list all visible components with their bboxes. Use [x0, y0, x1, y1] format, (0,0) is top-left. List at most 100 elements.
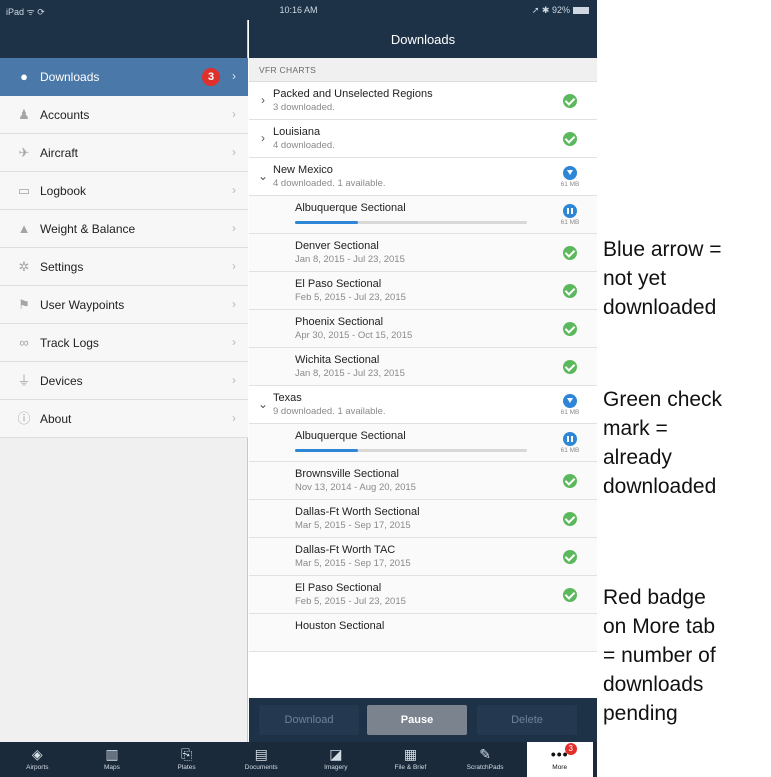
section-label: VFR CHARTS — [259, 65, 317, 75]
region-row[interactable]: ⌄ Texas 9 downloaded. 1 available. 61 MB — [249, 386, 597, 424]
tab-label: File & Brief — [394, 764, 427, 771]
chevron-down-icon[interactable]: ⌄ — [258, 169, 268, 183]
region-row[interactable]: ⌄ New Mexico 4 downloaded. 1 available. 61 … — [249, 158, 597, 196]
download-progress-bar — [295, 221, 527, 224]
sidebar-item-aircraft[interactable]: ✈ Aircraft › — [0, 134, 248, 172]
sidebar-item-label: Accounts — [40, 108, 90, 122]
sidebar-item-label: About — [40, 412, 72, 426]
annotation-line: Blue arrow = — [603, 238, 722, 261]
status-bar: iPad ᯤ ⟳ 10:16 AM ➚ ✱ 92% — [0, 0, 597, 20]
sidebar-item-logbook[interactable]: ▭ Logbook › — [0, 172, 248, 210]
sidebar-item-devices[interactable]: ⏚ Devices › — [0, 362, 248, 400]
row-subtitle: 4 downloaded. — [273, 140, 335, 151]
sidebar-item-label: Weight & Balance — [40, 222, 136, 236]
scratchpad-icon: ✎ — [479, 746, 491, 762]
downloaded-check-icon — [563, 284, 577, 298]
row-subtitle: Nov 13, 2014 - Aug 20, 2015 — [295, 482, 416, 493]
tab-more[interactable]: ••• More 3 — [526, 742, 593, 777]
sidebar: ● Downloads 3 › ♟ Accounts › ✈ Aircraft › ▭ Logbook… — [0, 20, 248, 742]
chart-row[interactable]: El Paso Sectional Feb 5, 2015 - Jul 23, 2… — [249, 576, 597, 614]
sidebar-item-settings[interactable]: ✲ Settings › — [0, 248, 248, 286]
row-subtitle: Jan 8, 2015 - Jul 23, 2015 — [295, 254, 405, 265]
annotation-line: not yet — [603, 267, 667, 290]
status-indicators: ➚ ✱ 92% — [532, 5, 589, 16]
download-button[interactable]: Download — [259, 705, 359, 735]
annotation-line: downloads — [603, 673, 704, 696]
chart-row[interactable]: Albuquerque Sectional 61 MB — [249, 424, 597, 462]
tab-label: Imagery — [324, 764, 348, 771]
chart-row[interactable]: El Paso Sectional Feb 5, 2015 - Jul 23, 2… — [249, 272, 597, 310]
sidebar-item-downloads[interactable]: ● Downloads 3 › — [0, 58, 248, 96]
row-title: Dallas-Ft Worth Sectional — [295, 506, 420, 518]
tab-maps[interactable]: ▥ Maps — [79, 742, 145, 777]
downloaded-check-icon — [563, 322, 577, 336]
annotation-line: mark = — [603, 417, 668, 440]
tab-plates[interactable]: ⎘ Plates — [154, 742, 220, 777]
region-row[interactable]: › Packed and Unselected Regions 3 download… — [249, 82, 597, 120]
chevron-right-icon: › — [232, 373, 236, 387]
chart-row[interactable]: Phoenix Sectional Apr 30, 2015 - Oct 15, … — [249, 310, 597, 348]
tab-label: Airports — [26, 764, 49, 771]
chart-row[interactable]: Wichita Sectional Jan 8, 2015 - Jul 23, 2… — [249, 348, 597, 386]
row-title: El Paso Sectional — [295, 278, 382, 290]
tab-scratchpads[interactable]: ✎ ScratchPads — [452, 742, 518, 777]
chevron-right-icon: › — [232, 183, 236, 197]
tab-bar: ◈ Airports ▥ Maps ⎘ Plates ▤ Documents ◪ Imagery ▦… — [0, 742, 597, 777]
sidebar-item-label: Aircraft — [40, 146, 79, 160]
tab-label: Documents — [244, 764, 278, 771]
file-size: 61 MB — [560, 447, 580, 454]
chart-row[interactable]: Denver Sectional Jan 8, 2015 - Jul 23, 20… — [249, 234, 597, 272]
scale-icon: ▲ — [17, 221, 31, 236]
sidebar-item-track-logs[interactable]: ∞ Track Logs › — [0, 324, 248, 362]
track-icon: ∞ — [19, 335, 29, 350]
annotation-line: downloaded — [603, 475, 717, 498]
action-bar: Download Pause Delete — [249, 698, 597, 742]
download-arrow-icon[interactable] — [563, 166, 577, 180]
info-icon: ⓘ — [17, 411, 31, 426]
documents-icon: ▤ — [254, 746, 268, 762]
chevron-right-icon: › — [232, 145, 236, 159]
chevron-right-icon[interactable]: › — [258, 93, 268, 107]
tab-file-brief[interactable]: ▦ File & Brief — [377, 742, 443, 777]
chart-row[interactable]: Brownsville Sectional Nov 13, 2014 - Aug … — [249, 462, 597, 500]
downloaded-check-icon — [563, 246, 577, 260]
pause-button[interactable]: Pause — [367, 705, 467, 735]
downloaded-check-icon — [563, 360, 577, 374]
download-progress-bar — [295, 449, 527, 452]
region-row[interactable]: › Louisiana 4 downloaded. — [249, 120, 597, 158]
annotation-line: Green check — [603, 388, 723, 411]
chart-row[interactable]: Dallas-Ft Worth TAC Mar 5, 2015 - Sep 17,… — [249, 538, 597, 576]
row-title: Albuquerque Sectional — [295, 202, 406, 214]
tab-imagery[interactable]: ◪ Imagery — [303, 742, 369, 777]
delete-button[interactable]: Delete — [477, 705, 577, 735]
chart-row[interactable]: Dallas-Ft Worth Sectional Mar 5, 2015 - S… — [249, 500, 597, 538]
pause-icon[interactable] — [563, 204, 577, 218]
file-size: 61 MB — [560, 181, 580, 188]
pause-icon[interactable] — [563, 432, 577, 446]
chevron-right-icon: › — [232, 221, 236, 235]
tab-airports[interactable]: ◈ Airports — [4, 742, 70, 777]
row-title: Packed and Unselected Regions — [273, 88, 433, 100]
sidebar-item-accounts[interactable]: ♟ Accounts › — [0, 96, 248, 134]
chart-row[interactable]: Houston Sectional — [249, 614, 597, 652]
annotation-line: on More tab — [603, 615, 716, 638]
tab-documents[interactable]: ▤ Documents — [228, 742, 294, 777]
downloaded-check-icon — [563, 94, 577, 108]
chevron-down-icon[interactable]: ⌄ — [258, 397, 268, 411]
sidebar-item-user-waypoints[interactable]: ⚑ User Waypoints › — [0, 286, 248, 324]
airport-icon: ◈ — [31, 746, 43, 762]
chevron-right-icon: › — [232, 297, 236, 311]
downloaded-check-icon — [563, 588, 577, 602]
ipad-screen: iPad ᯤ ⟳ 10:16 AM ➚ ✱ 92% ● Downloads 3 › ♟ A… — [0, 0, 597, 777]
row-title: Louisiana — [273, 126, 321, 138]
chart-row[interactable]: Albuquerque Sectional 61 MB — [249, 196, 597, 234]
section-header: VFR CHARTS — [249, 58, 597, 82]
sidebar-item-about[interactable]: ⓘ About › — [0, 400, 248, 438]
chevron-right-icon[interactable]: › — [258, 131, 268, 145]
tab-label: Maps — [103, 764, 120, 771]
sidebar-item-weight-balance[interactable]: ▲ Weight & Balance › — [0, 210, 248, 248]
map-icon: ▥ — [105, 746, 119, 762]
row-subtitle: Mar 5, 2015 - Sep 17, 2015 — [295, 520, 411, 531]
row-subtitle: Jan 8, 2015 - Jul 23, 2015 — [295, 368, 405, 379]
download-arrow-icon[interactable] — [563, 394, 577, 408]
